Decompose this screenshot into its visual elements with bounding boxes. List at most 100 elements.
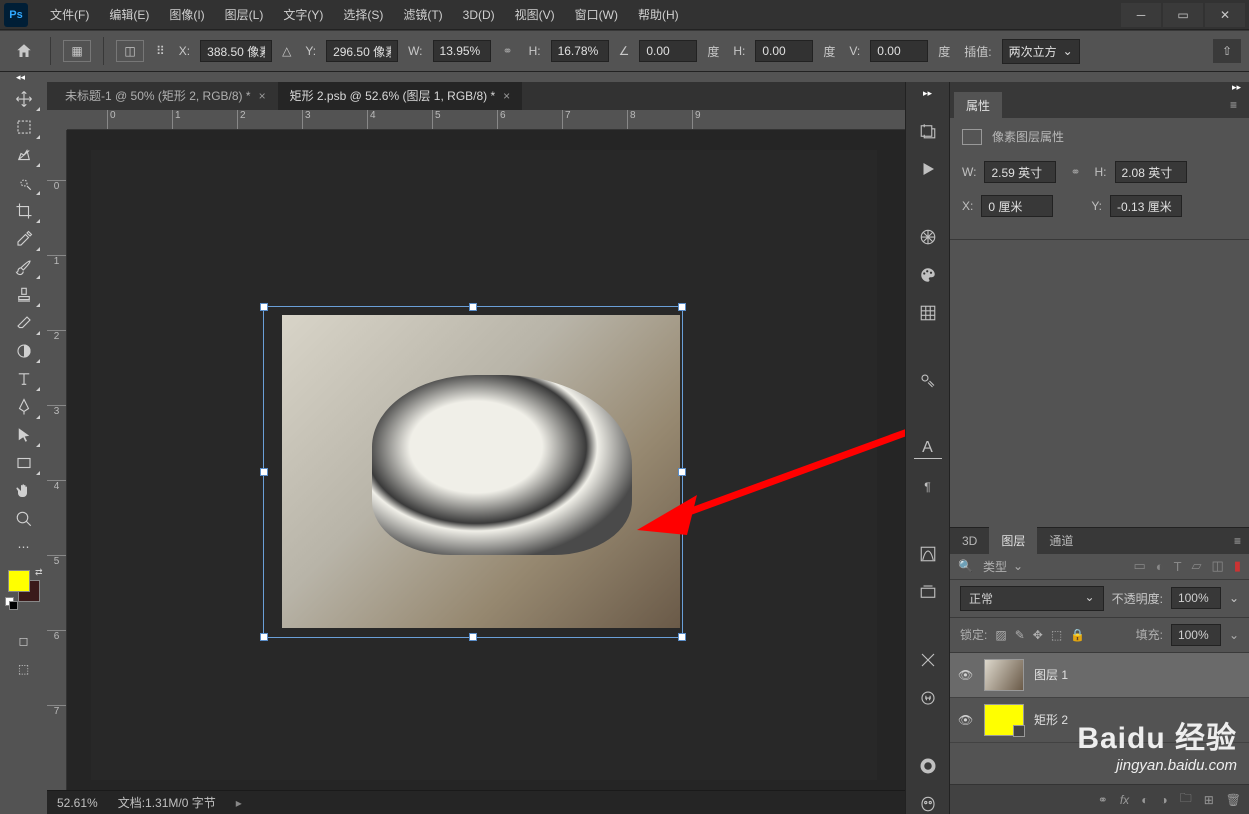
layer-thumbnail[interactable] (984, 704, 1024, 736)
close-button[interactable]: ✕ (1205, 3, 1245, 27)
strip-collapse[interactable]: ▸▸ (923, 88, 932, 99)
prop-x-input[interactable] (981, 195, 1053, 217)
blend-mode-dropdown[interactable]: 正常⌄ (960, 586, 1104, 611)
zoom-level[interactable]: 52.61% (57, 796, 98, 810)
skew-v-input[interactable] (870, 40, 928, 62)
h-input[interactable] (551, 40, 609, 62)
layer-name[interactable]: 图层 1 (1034, 666, 1068, 683)
character-icon[interactable]: A (914, 438, 942, 458)
group-icon[interactable]: 🗀 (1180, 789, 1192, 810)
hand-tool[interactable] (7, 478, 41, 504)
delta-icon[interactable]: △ (278, 44, 295, 58)
transform-bounds[interactable] (263, 306, 683, 638)
path-select-tool[interactable] (7, 422, 41, 448)
rectangle-tool[interactable] (7, 450, 41, 476)
delete-icon[interactable]: 🗑 (1226, 793, 1241, 807)
menu-type[interactable]: 文字(Y) (273, 2, 333, 27)
quickmask-tool[interactable]: ◻ (7, 628, 41, 654)
menu-view[interactable]: 视图(V) (505, 2, 565, 27)
pen-tool[interactable] (7, 394, 41, 420)
ref-point-icon[interactable]: ▦ (63, 40, 91, 62)
menu-select[interactable]: 选择(S) (333, 2, 393, 27)
close-icon[interactable]: × (503, 89, 510, 103)
filter-dropdown[interactable]: 类型⌄ (983, 558, 1123, 575)
navigator-icon[interactable] (914, 227, 942, 247)
color-swatches[interactable]: ⇄ (8, 570, 40, 602)
marquee-tool[interactable] (7, 114, 41, 140)
ruler-horizontal[interactable]: 0 1 2 3 4 5 6 7 8 9 (67, 110, 905, 130)
filter-shape-icon[interactable]: ▱ (1192, 558, 1202, 574)
filter-adjust-icon[interactable]: ◐ (1156, 559, 1164, 574)
menu-3d[interactable]: 3D(D) (453, 4, 505, 26)
tab-1[interactable]: 未标题-1 @ 50% (矩形 2, RGB/8) *× (53, 82, 278, 110)
foreground-color[interactable] (8, 570, 30, 592)
menu-filter[interactable]: 滤镜(T) (393, 2, 452, 27)
y-input[interactable] (326, 40, 398, 62)
status-expand[interactable]: ▸ (236, 796, 242, 810)
crop-tool[interactable] (7, 198, 41, 224)
type-tool[interactable] (7, 366, 41, 392)
minimize-button[interactable]: ─ (1121, 3, 1161, 27)
skew-h-input[interactable] (755, 40, 813, 62)
rotate-input[interactable] (639, 40, 697, 62)
adjustments-icon[interactable] (914, 371, 942, 391)
eraser-tool[interactable] (7, 310, 41, 336)
libraries-icon[interactable] (914, 688, 942, 708)
menu-edit[interactable]: 编辑(E) (99, 2, 159, 27)
eyedropper-tool[interactable] (7, 226, 41, 252)
ruler-corner[interactable] (47, 110, 67, 130)
styles-icon[interactable] (914, 582, 942, 602)
handle-mr[interactable] (678, 468, 686, 476)
filter-type-icon[interactable]: T (1174, 559, 1182, 574)
edit-toolbar[interactable]: ⋯ (7, 534, 41, 560)
move-tool[interactable] (7, 86, 41, 112)
fx-icon[interactable]: fx (1120, 793, 1129, 807)
color-icon[interactable] (914, 265, 942, 285)
link-wh-icon[interactable]: ⚭ (497, 44, 519, 58)
brush-tool[interactable] (7, 254, 41, 280)
panel-collapse[interactable]: ▸▸ (950, 82, 1249, 92)
lasso-tool[interactable] (7, 142, 41, 168)
tab-2[interactable]: 矩形 2.psb @ 52.6% (图层 1, RGB/8) *× (278, 82, 523, 110)
x-input[interactable] (200, 40, 272, 62)
handle-tr[interactable] (678, 303, 686, 311)
menu-image[interactable]: 图像(I) (159, 2, 214, 27)
swatches-icon[interactable] (914, 303, 942, 323)
quick-select-tool[interactable] (7, 170, 41, 196)
handle-br[interactable] (678, 633, 686, 641)
w-input[interactable] (433, 40, 491, 62)
history-icon[interactable] (914, 121, 942, 141)
device-icon[interactable] (914, 794, 942, 814)
screenmode-tool[interactable]: ⬚ (7, 656, 41, 682)
collapse-indicator[interactable]: ◂◂ (0, 72, 1249, 82)
tab-3d[interactable]: 3D (950, 529, 989, 553)
fill-dropdown-icon[interactable]: ⌄ (1229, 628, 1239, 642)
layer-thumbnail[interactable] (984, 659, 1024, 691)
default-colors-icon[interactable] (5, 597, 15, 607)
adjustment-icon[interactable]: ◑ (1160, 793, 1167, 807)
mask-icon[interactable]: ◐ (1141, 793, 1148, 807)
gradient-tool[interactable] (7, 338, 41, 364)
interp-dropdown[interactable]: 两次立方⌄ (1002, 39, 1080, 64)
visibility-icon[interactable]: 👁 (958, 668, 974, 682)
search-icon[interactable]: 🔍 (958, 559, 973, 573)
layer-name[interactable]: 矩形 2 (1034, 711, 1068, 728)
panel-menu-icon[interactable]: ≡ (1226, 534, 1249, 548)
menu-file[interactable]: 文件(F) (40, 2, 99, 27)
layer-row-2[interactable]: 👁 矩形 2 (950, 698, 1249, 743)
link-icon[interactable]: ⚭ (1064, 165, 1086, 179)
lock-artboard-icon[interactable]: ⬚ (1051, 628, 1062, 642)
menu-help[interactable]: 帮助(H) (628, 2, 689, 27)
maximize-button[interactable]: ▭ (1163, 3, 1203, 27)
lock-pixels-icon[interactable]: ▨ (995, 628, 1006, 642)
lock-paint-icon[interactable]: ✎ (1015, 628, 1025, 642)
swap-colors-icon[interactable]: ⇄ (35, 567, 43, 578)
opacity-input[interactable] (1171, 587, 1221, 609)
canvas[interactable] (67, 130, 905, 790)
handle-bm[interactable] (469, 633, 477, 641)
lock-all-icon[interactable]: 🔒 (1070, 628, 1085, 642)
home-button[interactable] (8, 37, 40, 65)
share-icon[interactable]: ⇧ (1213, 39, 1241, 63)
filter-image-icon[interactable]: ▭ (1133, 558, 1145, 574)
panel-menu-icon[interactable]: ≡ (1222, 98, 1245, 112)
